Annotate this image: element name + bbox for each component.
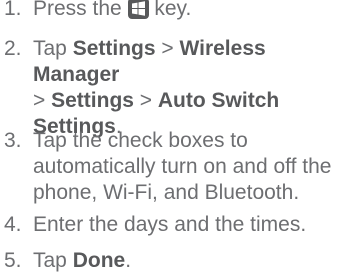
step-text: Press the key. xyxy=(33,0,192,20)
windows-start-key-icon xyxy=(127,0,149,19)
menu-auto-switch-settings: Auto Switch xyxy=(157,89,280,112)
step-text: Enter the days and the times. xyxy=(33,213,307,236)
step-text: Tap Done. xyxy=(33,249,132,272)
step-number: 1. xyxy=(4,0,22,20)
done-label: Done xyxy=(72,249,126,272)
instruction-page: 1. Press the key. 2. Tap Settings > Wire… xyxy=(0,0,355,275)
step-number: 3. xyxy=(4,129,22,152)
step-number: 4. xyxy=(4,213,22,236)
step-text: Tap Settings > Wireless Manager > Settin… xyxy=(33,37,280,138)
step-text: Tap the check boxes to automatically tur… xyxy=(33,129,332,204)
step-number: 5. xyxy=(4,249,22,272)
menu-settings: Settings xyxy=(72,37,156,60)
menu-settings: Settings xyxy=(51,89,134,112)
step-number: 2. xyxy=(4,37,22,60)
